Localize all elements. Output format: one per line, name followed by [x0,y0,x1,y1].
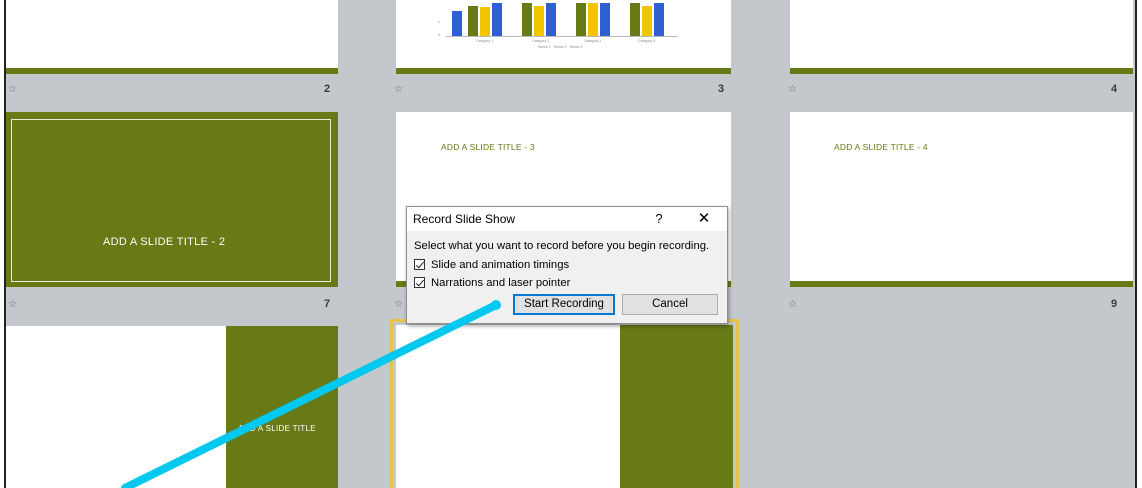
chart-bar [492,3,502,37]
dialog-title: Record Slide Show [413,212,516,226]
slide-thumbnail-4[interactable] [790,0,1133,74]
slide-number: 4 [1111,83,1118,95]
start-recording-button[interactable]: Start Recording [513,294,615,315]
slide-thumbnail-10[interactable]: ADD A SLIDE TITLE [6,326,338,488]
chart-category-label: Category 1 [476,39,494,43]
transition-star-icon: ☆ [788,84,797,95]
transition-star-icon: ☆ [788,299,797,310]
cancel-button[interactable]: Cancel [622,294,718,315]
option-narrations[interactable]: Narrations and laser pointer [414,275,570,290]
chart-bar [576,3,586,37]
chart-legend-item: Series 2 [553,45,567,49]
slide-sorter-view: ☆ 2 1 0 Category 1 Category 2 Category 3… [4,0,1137,488]
slide-title: ADD A SLIDE TITLE - 2 [103,236,226,248]
transition-star-icon: ☆ [394,299,403,310]
option-label: Slide and animation timings [431,258,570,271]
slide-title: ADD A SLIDE TITLE - 3 [441,142,535,152]
slide-number: 2 [324,83,331,95]
chart-bar [642,6,652,37]
chart-preview: 1 0 Category 1 Category 2 Category 3 Cat… [438,0,678,49]
chart-axis-line [446,36,678,37]
slide-accent-bar [6,68,338,74]
chart-bar [522,3,532,37]
slide-accent-bar [790,68,1133,74]
slide-number: 7 [324,298,331,310]
transition-star-icon: ☆ [394,84,403,95]
record-slide-show-dialog: Record Slide Show ? ✕ Select what you wa… [406,206,728,324]
chart-legend: Series 1 Series 2 Series 3 [538,45,583,49]
chart-plot [446,0,678,37]
chart-bar [468,6,478,37]
chart-bar [546,3,556,37]
close-icon[interactable]: ✕ [693,209,715,229]
checkbox-checked-icon[interactable] [414,277,425,288]
dialog-titlebar: Record Slide Show ? ✕ [407,207,727,231]
chart-legend-item: Series 3 [569,45,583,49]
slide-thumbnail-3[interactable]: 1 0 Category 1 Category 2 Category 3 Cat… [396,0,731,74]
slide-number: 9 [1111,298,1118,310]
chart-bar [534,6,544,37]
chart-category-label: Category 2 [532,39,550,43]
slide-thumbnail-2[interactable] [6,0,338,74]
slide-title: ADD A SLIDE TITLE [238,424,316,433]
slide-accent-bar [396,68,731,74]
chart-bar [452,11,462,37]
chart-tick-label: 1 [438,20,440,24]
slide-side-panel [620,325,733,488]
chart-legend-item: Series 1 [538,45,551,49]
checkbox-checked-icon[interactable] [414,259,425,270]
slide-side-panel: ADD A SLIDE TITLE [226,326,338,488]
help-icon[interactable]: ? [649,209,669,229]
chart-bar [588,3,598,37]
option-label: Narrations and laser pointer [431,276,571,289]
chart-bar [480,7,490,37]
chart-category-label: Category 4 [638,39,656,43]
slide-title-frame [11,119,331,282]
slide-thumbnail-7[interactable]: ADD A SLIDE TITLE - 2 [6,112,338,287]
chart-bar [600,3,610,37]
dialog-prompt: Select what you want to record before yo… [414,240,710,252]
chart-bar [630,3,640,37]
slide-thumbnail-9[interactable]: ADD A SLIDE TITLE - 4 [790,112,1133,287]
chart-bar [654,3,664,37]
slide-accent-bar [790,281,1133,287]
slide-thumbnail-11[interactable] [396,325,733,488]
option-slide-timings[interactable]: Slide and animation timings [414,257,569,272]
slide-title: ADD A SLIDE TITLE - 4 [834,142,928,152]
chart-category-label: Category 3 [584,39,602,43]
transition-star-icon: ☆ [8,84,17,95]
chart-tick-label: 0 [438,33,440,37]
slide-number: 3 [718,83,725,95]
transition-star-icon: ☆ [8,299,17,310]
